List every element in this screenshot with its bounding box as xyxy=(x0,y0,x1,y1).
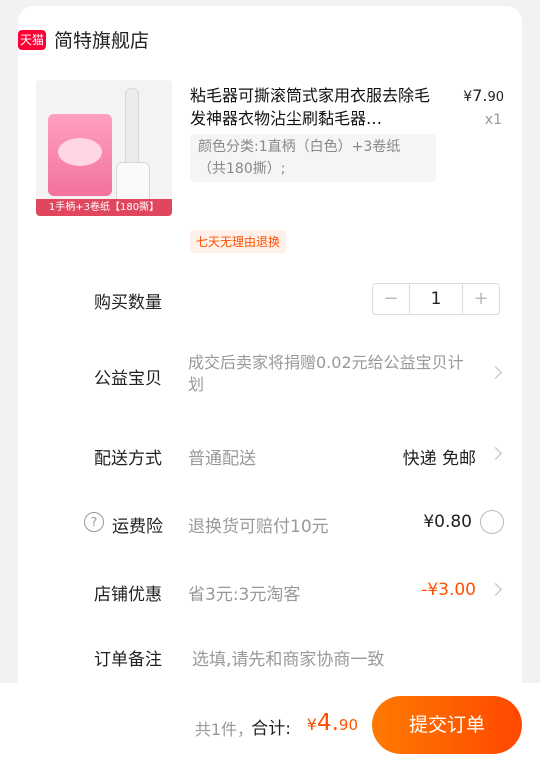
insurance-description: 退换货可赔付10元 xyxy=(188,517,329,537)
product-quantity: x1 xyxy=(484,112,502,128)
shop-name[interactable]: 简特旗舰店 xyxy=(54,26,149,53)
discount-label: 店铺优惠 xyxy=(94,585,162,605)
insurance-label: 运费险 xyxy=(112,517,163,537)
return-promise-badge: 七天无理由退换 xyxy=(190,230,287,253)
note-label: 订单备注 xyxy=(94,650,162,670)
roller-body-image xyxy=(116,162,150,204)
product-title[interactable]: 粘毛器可撕滚筒式家用衣服去除毛发神器衣物沾尘刷黏毛器… xyxy=(190,84,442,130)
total-label: 合计: xyxy=(251,719,291,739)
tmall-logo-icon: 天猫 xyxy=(18,29,46,50)
delivery-detail[interactable]: 快递 免邮 xyxy=(403,444,476,469)
welfare-description[interactable]: 成交后卖家将捐赠0.02元给公益宝贝计划 xyxy=(188,352,468,396)
discount-description[interactable]: 省3元:3元淘客 xyxy=(188,580,300,605)
price-integer: 7. xyxy=(472,86,488,105)
product-price: ¥7.90 xyxy=(463,86,504,105)
roller-handle-image xyxy=(125,88,139,170)
price-currency: ¥ xyxy=(463,89,473,105)
pack-image xyxy=(48,114,112,196)
increase-button[interactable]: + xyxy=(463,284,499,314)
quantity-stepper: − 1 + xyxy=(372,283,500,315)
total-integer: 4. xyxy=(316,710,339,736)
total-decimal: 90 xyxy=(338,716,358,734)
delivery-method[interactable]: 普通配送 xyxy=(188,444,256,469)
decrease-button[interactable]: − xyxy=(373,284,409,314)
product-thumbnail[interactable]: 1手柄+3卷纸【180撕】 xyxy=(36,80,172,216)
thumbnail-badge: 1手柄+3卷纸【180撕】 xyxy=(36,199,172,216)
welfare-label: 公益宝贝 xyxy=(94,369,162,389)
note-input[interactable]: 选填,请先和商家协商一致 xyxy=(192,645,384,670)
quantity-input[interactable]: 1 xyxy=(409,284,463,314)
sku-selection[interactable]: 颜色分类:1直柄（白色）+3卷纸（共180撕）; xyxy=(190,134,436,182)
item-count: 共1件， xyxy=(194,720,253,739)
insurance-price: ¥0.80 xyxy=(423,512,472,532)
insurance-radio[interactable] xyxy=(480,510,504,534)
help-icon[interactable]: ? xyxy=(84,512,104,532)
total-price: ¥4.90 xyxy=(307,710,358,736)
discount-value[interactable]: -¥3.00 xyxy=(421,580,476,600)
submit-order-button[interactable]: 提交订单 xyxy=(372,696,522,754)
delivery-label: 配送方式 xyxy=(94,449,162,469)
total-currency: ¥ xyxy=(306,715,317,734)
shop-header[interactable]: 天猫 简特旗舰店 xyxy=(18,26,149,53)
price-decimal: 90 xyxy=(487,90,504,105)
quantity-label: 购买数量 xyxy=(94,293,162,313)
